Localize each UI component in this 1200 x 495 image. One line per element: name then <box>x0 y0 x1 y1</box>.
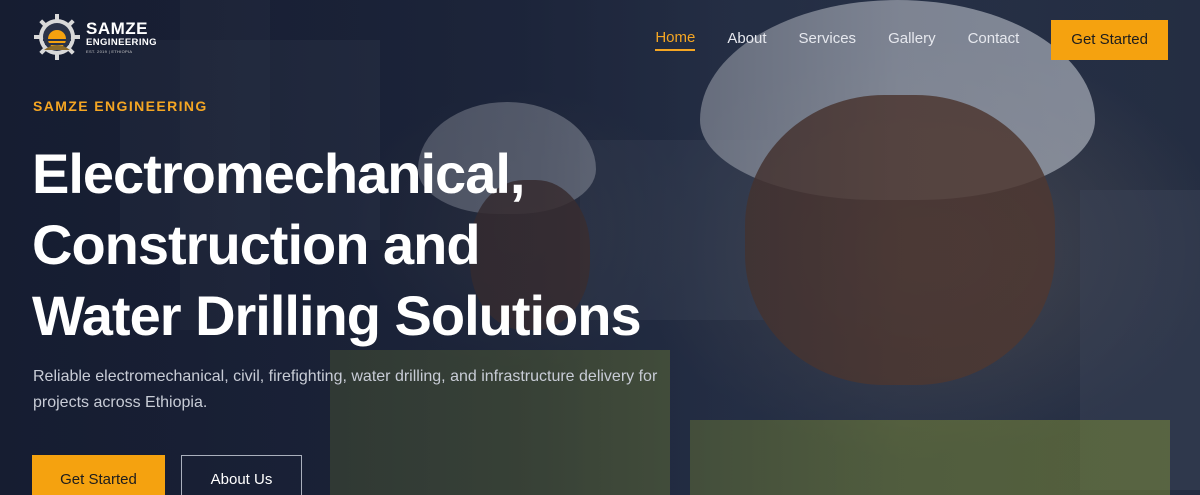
brand-subname: ENGINEERING <box>86 37 157 49</box>
hero-section: SAMZE ENGINEERING EST. 2019 | ETHIOPIA H… <box>0 0 1200 495</box>
nav-link-about[interactable]: About <box>727 30 766 50</box>
brand-tagline: EST. 2019 | ETHIOPIA <box>86 48 133 54</box>
nav-link-home[interactable]: Home <box>655 29 696 51</box>
hero-headline: Electromechanical, Construction and Wate… <box>32 138 642 351</box>
brand-name: SAMZE <box>86 19 148 39</box>
hero-about-us-button[interactable]: About Us <box>181 455 302 495</box>
hero-headline-line-2: Construction and <box>32 213 481 276</box>
brand-logo[interactable]: SAMZE ENGINEERING EST. 2019 | ETHIOPIA <box>32 12 157 62</box>
nav-link-contact[interactable]: Contact <box>968 30 1020 50</box>
hero-headline-line-1: Electromechanical, <box>32 142 525 205</box>
nav-link-gallery[interactable]: Gallery <box>888 30 936 50</box>
nav-get-started-button[interactable]: Get Started <box>1051 20 1168 60</box>
hero-description: Reliable electromechanical, civil, firef… <box>33 368 658 411</box>
main-navigation: Home About Services Gallery Contact Get … <box>655 20 1168 60</box>
hero-get-started-button[interactable]: Get Started <box>32 455 165 495</box>
nav-link-services[interactable]: Services <box>799 30 857 50</box>
hero-eyebrow: SAMZE ENGINEERING <box>33 98 208 114</box>
gear-sun-logo-icon <box>34 14 80 60</box>
hero-headline-line-3: Water Drilling Solutions <box>32 284 642 347</box>
